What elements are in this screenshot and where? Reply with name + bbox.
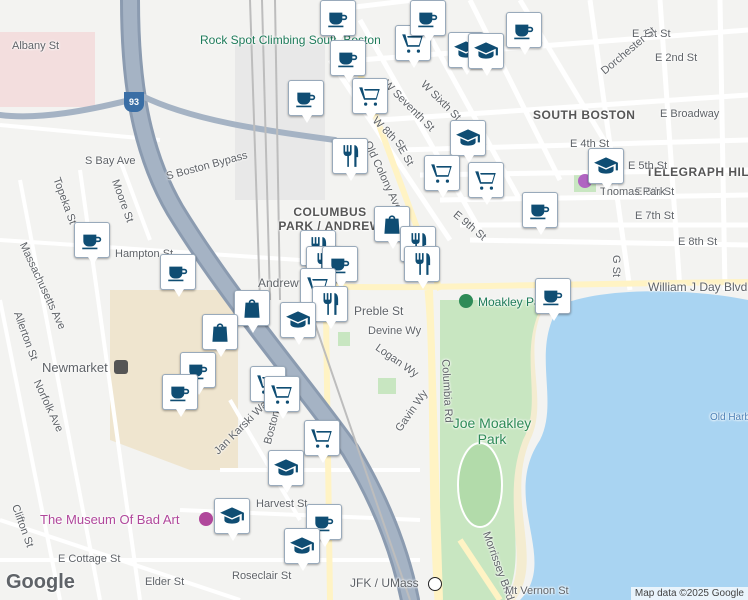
neighborhood-label: COLUMBUS PARK / ANDREW [278, 205, 382, 233]
map-marker-shopping[interactable] [264, 376, 300, 419]
map-marker-shopping[interactable] [468, 162, 504, 205]
street-label: E 8th St [678, 236, 718, 248]
street-label: E Broadway [660, 108, 720, 120]
map-marker-coffee[interactable] [522, 192, 558, 235]
street-label: Albany St [12, 40, 60, 52]
school-icon [593, 153, 619, 179]
shopping-bag-icon [239, 295, 265, 321]
coffee-icon [325, 5, 351, 31]
train-station-icon[interactable] [428, 577, 442, 591]
street-label: Devine Wy [368, 325, 422, 337]
coffee-icon [335, 45, 361, 71]
school-icon [473, 38, 499, 64]
station-label: JFK / UMass [350, 576, 419, 590]
map-marker-school[interactable] [214, 498, 250, 541]
street-label: Elder St [145, 576, 185, 588]
map-marker-coffee[interactable] [288, 80, 324, 123]
map-marker-coffee[interactable] [74, 222, 110, 265]
map-marker-restaurant[interactable] [332, 138, 368, 181]
map-marker-bag[interactable] [202, 314, 238, 357]
shopping-cart-icon [309, 425, 335, 451]
street-label: Roseclair St [232, 570, 292, 582]
map-marker-coffee[interactable] [162, 374, 198, 417]
map-marker-restaurant[interactable] [404, 246, 440, 289]
highway-shield: 93 [124, 92, 144, 112]
map-marker-coffee[interactable] [535, 278, 571, 321]
shopping-cart-icon [357, 83, 383, 109]
coffee-icon [79, 227, 105, 253]
school-icon [289, 533, 315, 559]
station-label: Andrew [258, 276, 299, 290]
shopping-cart-icon [429, 160, 455, 186]
neighborhood-label: SOUTH BOSTON [533, 108, 636, 122]
restaurant-icon [317, 291, 343, 317]
street-label: Preble St [354, 304, 404, 318]
map-marker-restaurant[interactable] [312, 286, 348, 329]
school-icon [219, 503, 245, 529]
coffee-icon [415, 5, 441, 31]
map-marker-coffee[interactable] [410, 0, 446, 43]
poi-museum-label[interactable]: The Museum Of Bad Art [40, 512, 179, 527]
street-label: Harvest St [256, 498, 308, 510]
map-marker-school[interactable] [268, 450, 304, 493]
map-marker-coffee[interactable] [506, 12, 542, 55]
coffee-icon [540, 283, 566, 309]
map-view[interactable]: SOUTH BOSTON COLUMBUS PARK / ANDREW TELE… [0, 0, 748, 600]
street-label: E 5th St [628, 160, 668, 172]
coffee-icon [511, 17, 537, 43]
school-icon [273, 455, 299, 481]
school-icon [285, 307, 311, 333]
map-marker-school[interactable] [450, 120, 486, 163]
shopping-bag-icon [207, 319, 233, 345]
park-icon[interactable] [459, 294, 473, 308]
google-logo: Google [6, 571, 75, 593]
shopping-cart-icon [269, 381, 295, 407]
street-label: E Cottage St [58, 553, 121, 565]
street-label: William J Day Blvd [648, 280, 748, 294]
station-label: Newmarket [42, 360, 108, 375]
water-label: Old Harbor [710, 412, 748, 423]
map-marker-shopping[interactable] [424, 155, 460, 198]
street-label: E 7th St [635, 210, 675, 222]
shopping-cart-icon [473, 167, 499, 193]
map-marker-coffee[interactable] [330, 40, 366, 83]
map-marker-shopping[interactable] [352, 78, 388, 121]
street-label: Mt Vernon St [505, 585, 569, 597]
coffee-icon [165, 259, 191, 285]
street-label: G St [610, 254, 623, 278]
street-label: S Bay Ave [85, 155, 136, 167]
map-marker-school[interactable] [280, 302, 316, 345]
coffee-icon [527, 197, 553, 223]
map-marker-coffee[interactable] [160, 254, 196, 297]
coffee-icon [293, 85, 319, 111]
map-marker-shopping[interactable] [304, 420, 340, 463]
map-marker-school[interactable] [284, 528, 320, 571]
map-attribution[interactable]: Map data ©2025 Google [630, 587, 748, 600]
coffee-icon [167, 379, 193, 405]
map-marker-bag[interactable] [234, 290, 270, 333]
train-station-icon[interactable] [114, 360, 128, 374]
school-icon [455, 125, 481, 151]
park-label: Joe Moakley Park [452, 415, 532, 447]
restaurant-icon [337, 143, 363, 169]
restaurant-icon [409, 251, 435, 277]
map-marker-school[interactable] [468, 33, 504, 76]
map-marker-school[interactable] [588, 148, 624, 191]
museum-icon[interactable] [199, 512, 213, 526]
street-label: E 2nd St [655, 52, 698, 64]
map-marker-coffee[interactable] [320, 0, 356, 43]
